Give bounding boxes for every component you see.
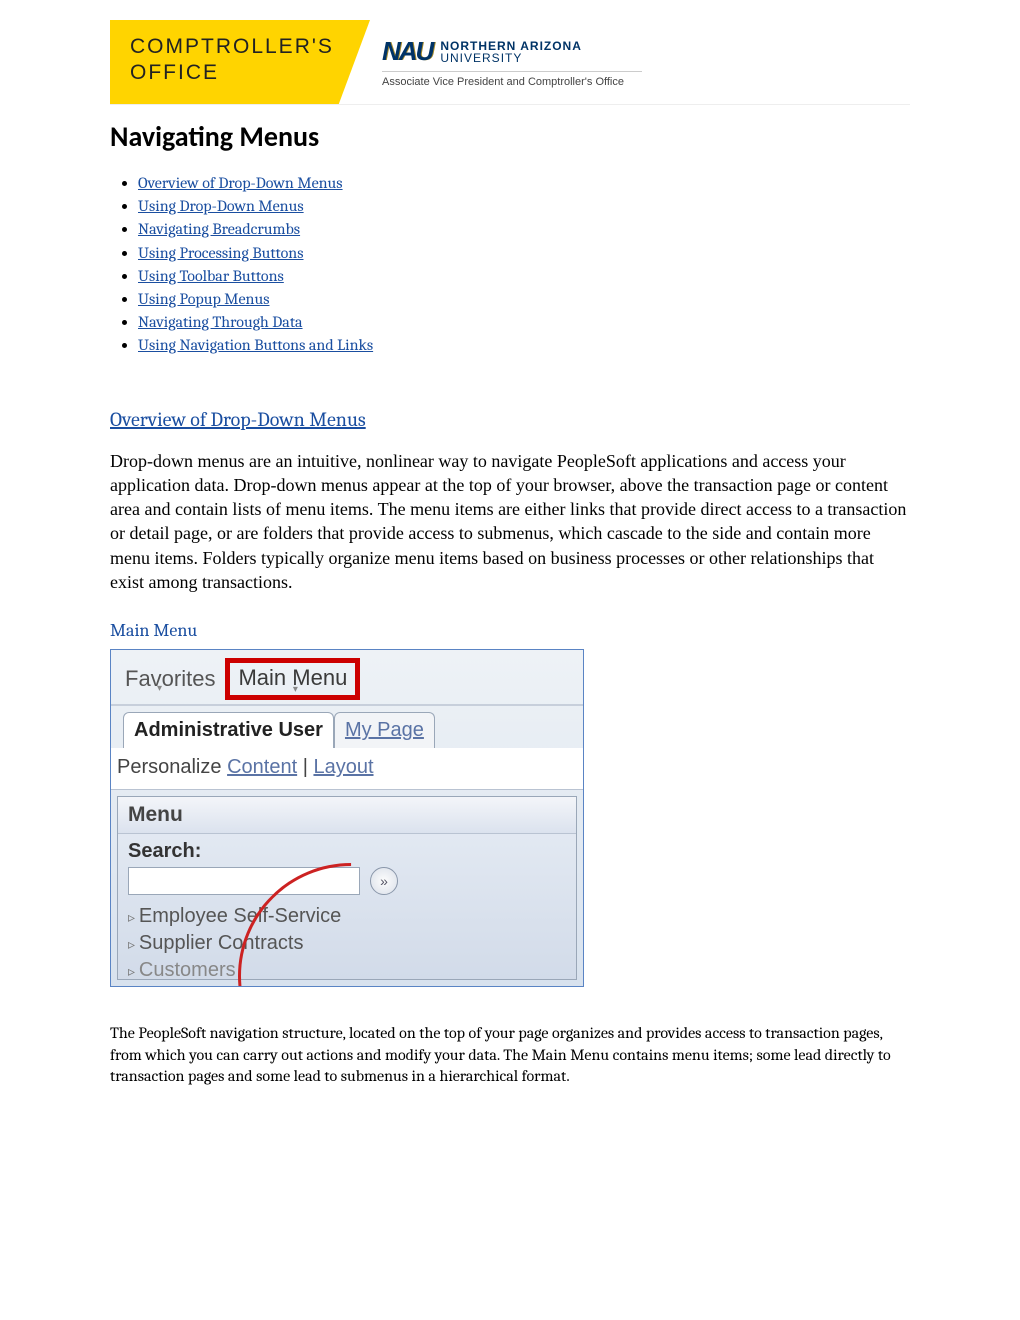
tab-my-page[interactable]: My Page bbox=[334, 712, 435, 748]
personalize-content-link[interactable]: Content bbox=[227, 756, 297, 778]
logo-row: NAU NORTHERN ARIZONA UNIVERSITY bbox=[382, 36, 910, 67]
sub-heading: Main Menu bbox=[110, 620, 910, 641]
search-input-row: » bbox=[118, 867, 576, 903]
toc-link[interactable]: Using Drop-Down Menus bbox=[138, 197, 304, 215]
screenshot-figure: Favorites Main Menu Administrative User … bbox=[110, 649, 584, 987]
header-subtitle: Associate Vice President and Comptroller… bbox=[382, 71, 642, 88]
personalize-label: Personalize bbox=[117, 756, 222, 778]
tab-my-page-link[interactable]: My Page bbox=[345, 719, 424, 741]
toc-link[interactable]: Using Navigation Buttons and Links bbox=[138, 336, 373, 354]
table-of-contents: Overview of Drop-Down Menus Using Drop-D… bbox=[110, 172, 910, 358]
header-left: COMPTROLLER'S OFFICE bbox=[110, 20, 370, 104]
menu-item[interactable]: Customers bbox=[118, 957, 576, 979]
toc-link[interactable]: Navigating Through Data bbox=[138, 313, 303, 331]
toc-item: Using Processing Buttons bbox=[138, 242, 910, 265]
header-right: NAU NORTHERN ARIZONA UNIVERSITY Associat… bbox=[370, 20, 910, 104]
page-title: Navigating Menus bbox=[110, 119, 910, 154]
favorites-menu[interactable]: Favorites bbox=[125, 666, 215, 692]
toc-item: Using Popup Menus bbox=[138, 288, 910, 311]
tab-administrative-user[interactable]: Administrative User bbox=[123, 712, 334, 748]
menu-item[interactable]: Employee Self-Service bbox=[118, 903, 576, 930]
personalize-layout-link[interactable]: Layout bbox=[313, 756, 373, 778]
menu-panel: Menu Search: » Employee Self-Service Sup… bbox=[117, 796, 577, 980]
office-title: COMPTROLLER'S OFFICE bbox=[110, 20, 370, 101]
fig-tabs: Administrative User My Page bbox=[111, 706, 583, 748]
toc-item: Navigating Breadcrumbs bbox=[138, 218, 910, 241]
office-line2: OFFICE bbox=[130, 60, 350, 86]
toc-link[interactable]: Overview of Drop-Down Menus bbox=[138, 174, 343, 192]
toc-link[interactable]: Navigating Breadcrumbs bbox=[138, 220, 300, 238]
toc-item: Using Navigation Buttons and Links bbox=[138, 334, 910, 357]
toc-item: Using Toolbar Buttons bbox=[138, 265, 910, 288]
section-body: Drop-down menus are an intuitive, nonlin… bbox=[110, 449, 910, 595]
nau-letters: NAU bbox=[382, 36, 432, 67]
fig-topbar: Favorites Main Menu bbox=[111, 650, 583, 706]
main-menu-highlighted[interactable]: Main Menu bbox=[225, 658, 360, 700]
section-heading: Overview of Drop-Down Menus bbox=[110, 408, 910, 431]
nau-name-bot: UNIVERSITY bbox=[440, 52, 582, 64]
after-figure-text: The PeopleSoft navigation structure, loc… bbox=[110, 1023, 910, 1088]
nau-logo: NAU bbox=[382, 36, 432, 67]
office-line1: COMPTROLLER'S bbox=[130, 34, 350, 60]
personalize-row: Personalize Content | Layout bbox=[111, 748, 583, 790]
nau-name: NORTHERN ARIZONA UNIVERSITY bbox=[440, 40, 582, 64]
toc-link[interactable]: Using Processing Buttons bbox=[138, 244, 304, 262]
nau-name-top: NORTHERN ARIZONA bbox=[440, 40, 582, 52]
toc-item: Using Drop-Down Menus bbox=[138, 195, 910, 218]
toc-item: Navigating Through Data bbox=[138, 311, 910, 334]
menu-item[interactable]: Supplier Contracts bbox=[118, 930, 576, 957]
search-input[interactable] bbox=[128, 867, 360, 895]
toc-link[interactable]: Using Toolbar Buttons bbox=[138, 267, 284, 285]
header-banner: COMPTROLLER'S OFFICE NAU NORTHERN ARIZON… bbox=[110, 20, 910, 105]
personalize-sep: | bbox=[297, 756, 313, 778]
menu-panel-title: Menu bbox=[118, 797, 576, 834]
toc-item: Overview of Drop-Down Menus bbox=[138, 172, 910, 195]
search-go-icon[interactable]: » bbox=[370, 867, 398, 895]
search-label: Search: bbox=[118, 834, 576, 867]
toc-link[interactable]: Using Popup Menus bbox=[138, 290, 270, 308]
